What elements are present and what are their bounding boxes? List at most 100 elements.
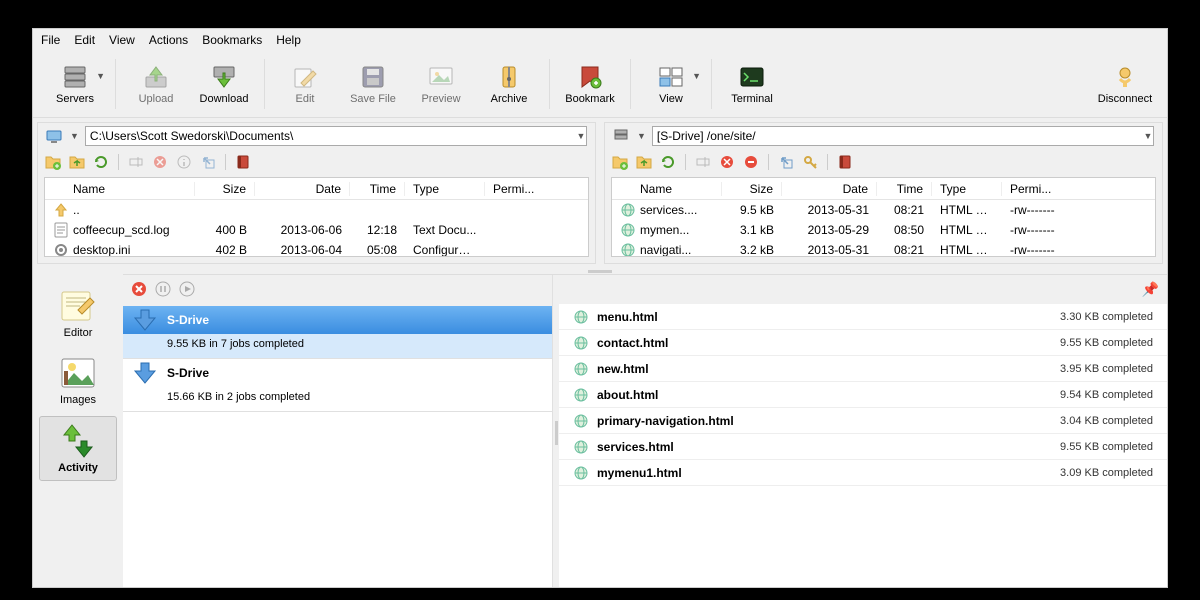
file-name: mymen... (640, 223, 689, 237)
transfer-file-status: 3.30 KB completed (1060, 311, 1153, 323)
file-row[interactable]: navigati... 3.2 kB 2013-05-31 08:21 HTML… (612, 240, 1155, 256)
disconnect-button[interactable]: Disconnect (1091, 55, 1159, 113)
up-folder-icon[interactable] (68, 153, 86, 171)
upload-button[interactable]: Upload (122, 55, 190, 113)
transfer-file-row[interactable]: services.html 9.55 KB completed (559, 434, 1167, 460)
link-icon[interactable] (777, 153, 795, 171)
rename-icon[interactable] (694, 153, 712, 171)
new-folder-icon[interactable] (611, 153, 629, 171)
bookmark-icon[interactable] (234, 153, 252, 171)
remote-path-input[interactable] (652, 126, 1154, 146)
col-time[interactable]: Time (877, 182, 932, 196)
transfer-job[interactable]: S-Drive 9.55 KB in 7 jobs completed (123, 306, 552, 359)
file-name: .. (73, 203, 80, 217)
menu-file[interactable]: File (41, 33, 60, 47)
remote-pathbar: ▼ ▼ (605, 123, 1162, 149)
download-button[interactable]: Download (190, 55, 258, 113)
file-type: HTML File (932, 243, 1002, 256)
bookmark-icon[interactable] (836, 153, 854, 171)
file-time: 08:21 (877, 203, 932, 217)
sidebar-item-activity[interactable]: Activity (39, 416, 117, 481)
computer-icon[interactable] (44, 128, 64, 144)
menu-actions[interactable]: Actions (149, 33, 188, 47)
transfer-file-row[interactable]: primary-navigation.html 3.04 KB complete… (559, 408, 1167, 434)
file-size: 400 B (195, 223, 255, 237)
browser-panes: ▼ ▼ Name Size Date (33, 118, 1167, 268)
servers-button[interactable]: Servers ▼ (41, 55, 109, 113)
col-size[interactable]: Size (195, 182, 255, 196)
col-permi[interactable]: Permi... (485, 182, 560, 196)
stop-icon[interactable] (742, 153, 760, 171)
menu-help[interactable]: Help (276, 33, 301, 47)
server-icon[interactable] (611, 128, 631, 144)
col-size[interactable]: Size (722, 182, 782, 196)
local-pane: ▼ ▼ Name Size Date (37, 122, 596, 264)
transfer-file-row[interactable]: menu.html 3.30 KB completed (559, 304, 1167, 330)
menu-bookmarks[interactable]: Bookmarks (202, 33, 262, 47)
html-icon (573, 413, 589, 429)
col-date[interactable]: Date (255, 182, 350, 196)
menu-view[interactable]: View (109, 33, 135, 47)
chevron-down-icon[interactable]: ▼ (637, 131, 646, 141)
col-type[interactable]: Type (405, 182, 485, 196)
file-date: 2013-05-31 (782, 203, 877, 217)
sidebar-item-editor[interactable]: Editor (39, 282, 117, 345)
transfer-file-name: primary-navigation.html (597, 414, 1052, 428)
chevron-down-icon[interactable]: ▼ (70, 131, 79, 141)
sidebar-item-images[interactable]: Images (39, 349, 117, 412)
file-row[interactable]: .. (45, 200, 588, 220)
transfer-file-row[interactable]: contact.html 9.55 KB completed (559, 330, 1167, 356)
col-name[interactable]: Name (45, 182, 195, 196)
transfer-file-row[interactable]: mymenu1.html 3.09 KB completed (559, 460, 1167, 486)
transfer-file-row[interactable]: new.html 3.95 KB completed (559, 356, 1167, 382)
info-icon[interactable] (175, 153, 193, 171)
file-type: HTML File (932, 203, 1002, 217)
transfer-job[interactable]: S-Drive 15.66 KB in 2 jobs completed (123, 359, 552, 412)
edit-button[interactable]: Edit (271, 55, 339, 113)
link-icon[interactable] (199, 153, 217, 171)
file-size: 9.5 kB (722, 203, 782, 217)
col-permi[interactable]: Permi... (1002, 182, 1082, 196)
file-size: 3.2 kB (722, 243, 782, 256)
transfer-file-name: about.html (597, 388, 1052, 402)
menu-edit[interactable]: Edit (74, 33, 95, 47)
play-icon[interactable] (179, 281, 195, 300)
delete-icon[interactable] (718, 153, 736, 171)
terminal-button[interactable]: Terminal (718, 55, 786, 113)
col-type[interactable]: Type (932, 182, 1002, 196)
bookmark-button[interactable]: Bookmark (556, 55, 624, 113)
transfer-file-status: 3.95 KB completed (1060, 363, 1153, 375)
archive-button[interactable]: Archive (475, 55, 543, 113)
transfer-file-row[interactable]: about.html 9.54 KB completed (559, 382, 1167, 408)
preview-button[interactable]: Preview (407, 55, 475, 113)
job-title: S-Drive (167, 313, 209, 327)
file-row[interactable]: services.... 9.5 kB 2013-05-31 08:21 HTM… (612, 200, 1155, 220)
file-date: 2013-06-06 (255, 223, 350, 237)
savefile-button[interactable]: Save File (339, 55, 407, 113)
transfer-file-status: 3.09 KB completed (1060, 467, 1153, 479)
bottom-sidebar: Editor Images Activity (33, 274, 123, 588)
col-date[interactable]: Date (782, 182, 877, 196)
key-icon[interactable] (801, 153, 819, 171)
new-folder-icon[interactable] (44, 153, 62, 171)
transfer-file-status: 9.54 KB completed (1060, 389, 1153, 401)
pin-icon[interactable]: 📌 (1142, 281, 1159, 298)
refresh-icon[interactable] (659, 153, 677, 171)
file-time: 05:08 (350, 243, 405, 256)
html-icon (573, 465, 589, 481)
pause-icon[interactable] (155, 281, 171, 300)
up-folder-icon[interactable] (635, 153, 653, 171)
file-row[interactable]: coffeecup_scd.log 400 B 2013-06-06 12:18… (45, 220, 588, 240)
refresh-icon[interactable] (92, 153, 110, 171)
delete-icon[interactable] (151, 153, 169, 171)
col-time[interactable]: Time (350, 182, 405, 196)
local-path-input[interactable] (85, 126, 587, 146)
file-row[interactable]: mymen... 3.1 kB 2013-05-29 08:50 HTML Fi… (612, 220, 1155, 240)
cancel-icon[interactable] (131, 281, 147, 300)
col-name[interactable]: Name (612, 182, 722, 196)
view-button[interactable]: View ▼ (637, 55, 705, 113)
file-date: 2013-05-29 (782, 223, 877, 237)
rename-icon[interactable] (127, 153, 145, 171)
file-row[interactable]: desktop.ini 402 B 2013-06-04 05:08 Confi… (45, 240, 588, 256)
file-size: 402 B (195, 243, 255, 256)
